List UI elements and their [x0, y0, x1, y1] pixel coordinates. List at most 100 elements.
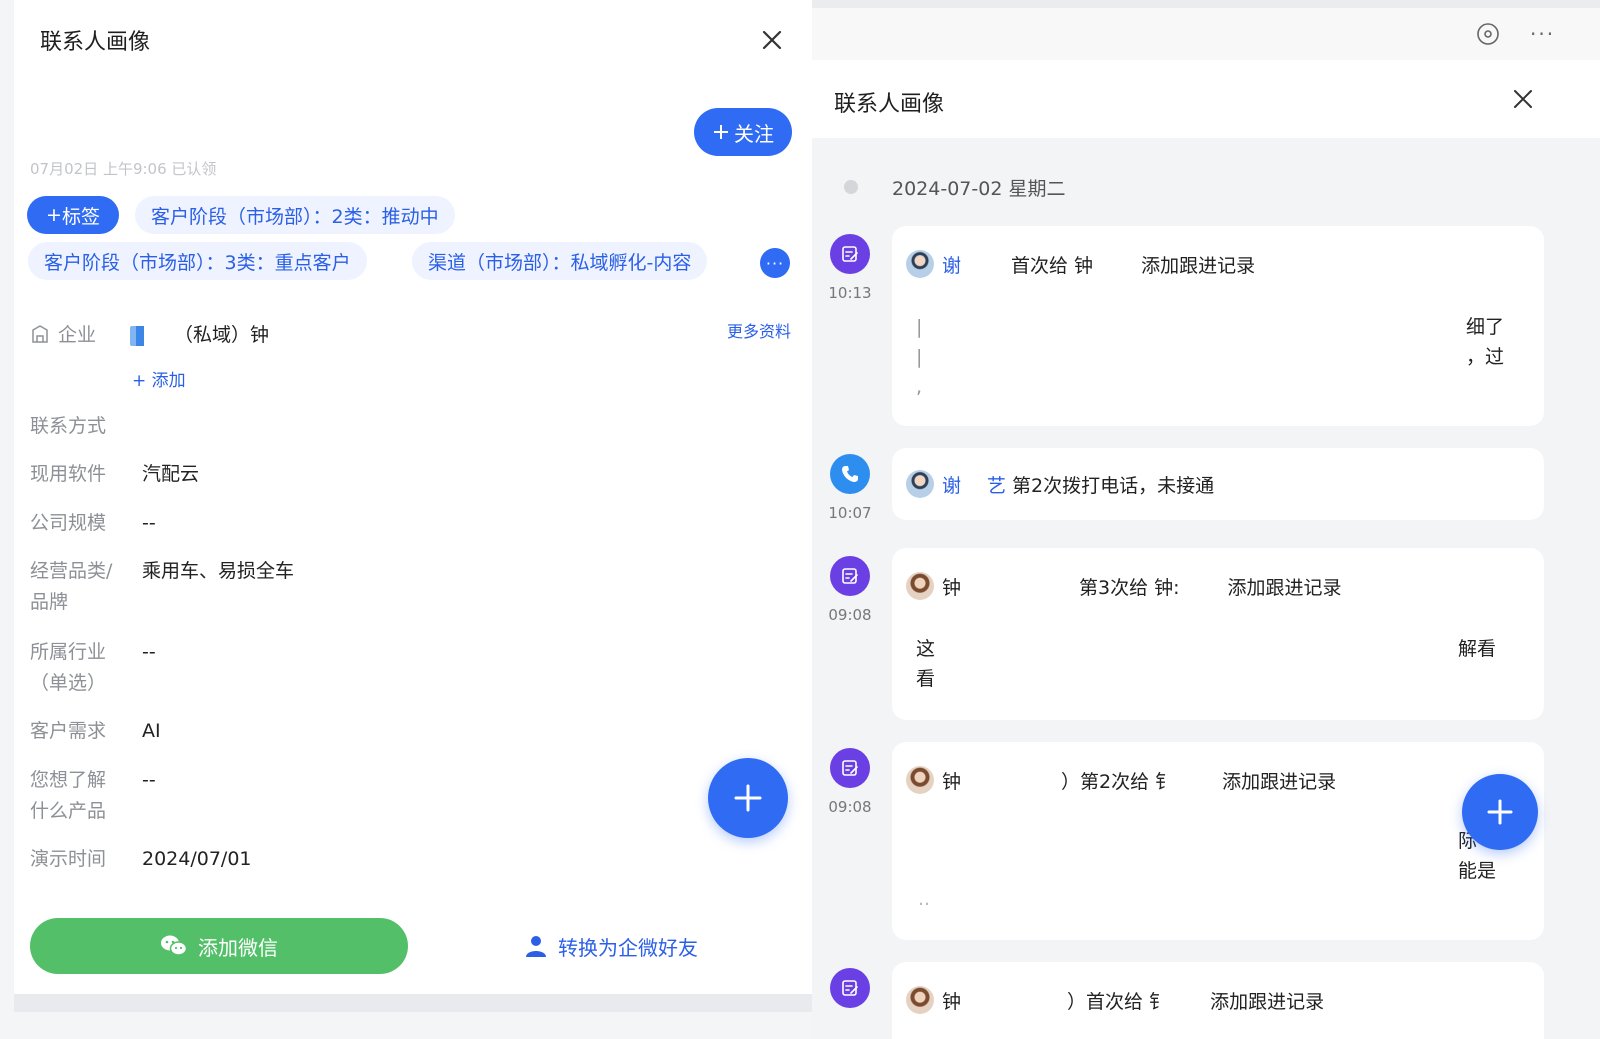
- company-logo-icon: [130, 326, 144, 346]
- entry-header: 钟 ）第2次给 钅 添加跟进记录: [906, 766, 1336, 794]
- follow-button-label: 关注: [734, 121, 774, 146]
- field-label-software: 现用软件: [30, 463, 107, 485]
- timeline-entry-card[interactable]: 谢 首次给 钟 添加跟进记录 | | , 细了 ，过: [892, 226, 1544, 426]
- field-value-software: 汽配云: [142, 463, 200, 485]
- avatar: [906, 766, 934, 794]
- note-icon: [830, 968, 870, 1008]
- timeline-entry-card[interactable]: 钟 ）第2次给 钅 添加跟进记录 .. 际 能是: [892, 742, 1544, 940]
- entry-header: 谢 首次给 钟 添加跟进记录: [906, 250, 1255, 278]
- contact-profile-panel-left: 联系人画像 关注 07月02日 上午9:06 已认领 + 标签 客户阶段（市场部）…: [14, 0, 812, 1012]
- field-value-industry: --: [142, 641, 156, 663]
- entry-author[interactable]: 钟: [942, 987, 961, 1014]
- phone-icon: [830, 454, 870, 494]
- add-wechat-button[interactable]: 添加微信: [30, 918, 408, 974]
- entry-body-right: 解看: [1458, 638, 1497, 660]
- entry-body-right: 细了 ，过: [1466, 316, 1505, 368]
- panel-header: 联系人画像: [812, 60, 1600, 138]
- close-icon[interactable]: [756, 24, 788, 56]
- avatar: [906, 250, 934, 278]
- field-label-demo-time: 演示时间: [30, 848, 107, 870]
- target-icon[interactable]: [1476, 22, 1500, 46]
- entry-body-left: | | ,: [916, 316, 923, 398]
- field-value-demo-time: 2024/07/01: [142, 848, 252, 870]
- entry-author[interactable]: 谢: [942, 471, 961, 498]
- field-label-demand: 客户需求: [30, 720, 107, 742]
- add-fab-button[interactable]: [1462, 774, 1538, 850]
- add-fab-button[interactable]: [708, 758, 788, 838]
- entry-time: 10:07: [828, 504, 872, 522]
- building-icon: [32, 324, 48, 343]
- entry-author[interactable]: 钟: [942, 767, 961, 794]
- entry-record: 添加跟进记录: [1210, 990, 1325, 1013]
- plus-icon: [714, 125, 728, 139]
- entry-time: 09:08: [828, 606, 872, 624]
- add-company-label: 添加: [151, 371, 186, 391]
- avatar: [906, 572, 934, 600]
- entry-action: 第3次给 钟:: [1079, 576, 1180, 599]
- field-value-demand: AI: [142, 720, 161, 742]
- tag-item[interactable]: 客户阶段（市场部）：2类：推动中: [135, 196, 455, 234]
- contact-profile-panel-right: ··· 联系人画像 2024-07-02 星期二 10:13 谢 首次给 钟 添…: [812, 0, 1600, 1039]
- plus-icon: [1487, 799, 1513, 825]
- field-label-company-size: 公司规模: [30, 512, 107, 534]
- timeline-entry-card[interactable]: 钟 ）首次给 钅 添加跟进记录: [892, 962, 1544, 1039]
- more-info-link[interactable]: 更多资料: [727, 318, 791, 342]
- field-value-company-size: --: [142, 512, 156, 534]
- entry-header: 谢 艺 第2次拨打电话，未接通: [906, 470, 1214, 498]
- field-value-product-interest: --: [142, 769, 156, 791]
- more-options-icon[interactable]: ···: [1530, 22, 1555, 46]
- entry-author-suffix: 艺: [987, 474, 1007, 497]
- note-icon: [830, 556, 870, 596]
- convert-wecom-friend-label: 转换为企微好友: [558, 935, 698, 960]
- add-tag-button[interactable]: + 标签: [27, 196, 119, 234]
- company-label: 企业: [58, 324, 97, 346]
- panel-title: 联系人画像: [40, 30, 151, 55]
- add-tag-label: 标签: [61, 205, 100, 228]
- entry-time: 10:13: [828, 284, 872, 302]
- add-wechat-label: 添加微信: [198, 935, 278, 960]
- entry-header: 钟 第3次给 钟: 添加跟进记录: [906, 572, 1342, 600]
- entry-action: ）第2次给 钅: [1061, 770, 1175, 793]
- timeline-date-dot: [844, 180, 858, 194]
- plus-icon: +: [46, 204, 62, 226]
- entry-author[interactable]: 谢: [942, 251, 961, 278]
- entry-body-left: ..: [918, 888, 931, 910]
- claim-timestamp: 07月02日 上午9:06 已认领: [30, 160, 217, 178]
- toolbar-stripe: [812, 0, 1600, 8]
- avatar: [906, 986, 934, 1014]
- convert-wecom-friend-button[interactable]: 转换为企微好友: [422, 918, 800, 974]
- tag-item[interactable]: 客户阶段（市场部）：3类：重点客户: [28, 242, 367, 280]
- close-icon[interactable]: [1508, 84, 1538, 114]
- timeline-entry-card[interactable]: 钟 第3次给 钟: 添加跟进记录 这 看 解看: [892, 548, 1544, 720]
- entry-action: ）首次给 钅: [1067, 990, 1169, 1013]
- add-company-link[interactable]: + 添加: [132, 366, 186, 391]
- company-name: （私域）钟: [174, 324, 270, 346]
- entry-header: 钟 ）首次给 钅 添加跟进记录: [906, 986, 1324, 1014]
- timeline-entry-card[interactable]: 谢 艺 第2次拨打电话，未接通: [892, 448, 1544, 520]
- entry-time: 09:08: [828, 798, 872, 816]
- panel-bottom-shade: [14, 994, 812, 1012]
- top-toolbar: ···: [812, 0, 1600, 60]
- field-label-category: 经营品类/ 品牌: [30, 560, 113, 613]
- avatar: [906, 470, 934, 498]
- note-icon: [830, 748, 870, 788]
- entry-action: 首次给 钟: [1011, 254, 1094, 277]
- plus-icon: [734, 784, 762, 812]
- panel-title: 联系人画像: [834, 92, 945, 117]
- company-label-row: 企业: [30, 320, 96, 347]
- wechat-icon: [161, 935, 188, 956]
- more-tags-button[interactable]: ···: [760, 248, 790, 278]
- note-icon: [830, 234, 870, 274]
- entry-author[interactable]: 钟: [942, 573, 961, 600]
- entry-record: 添加跟进记录: [1141, 254, 1256, 277]
- field-label-product-interest: 您想了解 什么产品: [30, 769, 107, 822]
- follow-button[interactable]: 关注: [694, 108, 792, 156]
- entry-body-left: 这 看: [916, 638, 936, 690]
- user-icon: [526, 936, 546, 957]
- tag-item[interactable]: 渠道（市场部）：私域孵化-内容: [412, 242, 708, 280]
- entry-action: 第2次拨打电话，未接通: [1012, 474, 1215, 497]
- entry-record: 添加跟进记录: [1222, 770, 1337, 793]
- field-value-category: 乘用车、易损全车: [142, 560, 295, 582]
- field-label-contact: 联系方式: [30, 415, 107, 437]
- field-label-industry: 所属行业 （单选）: [30, 641, 107, 694]
